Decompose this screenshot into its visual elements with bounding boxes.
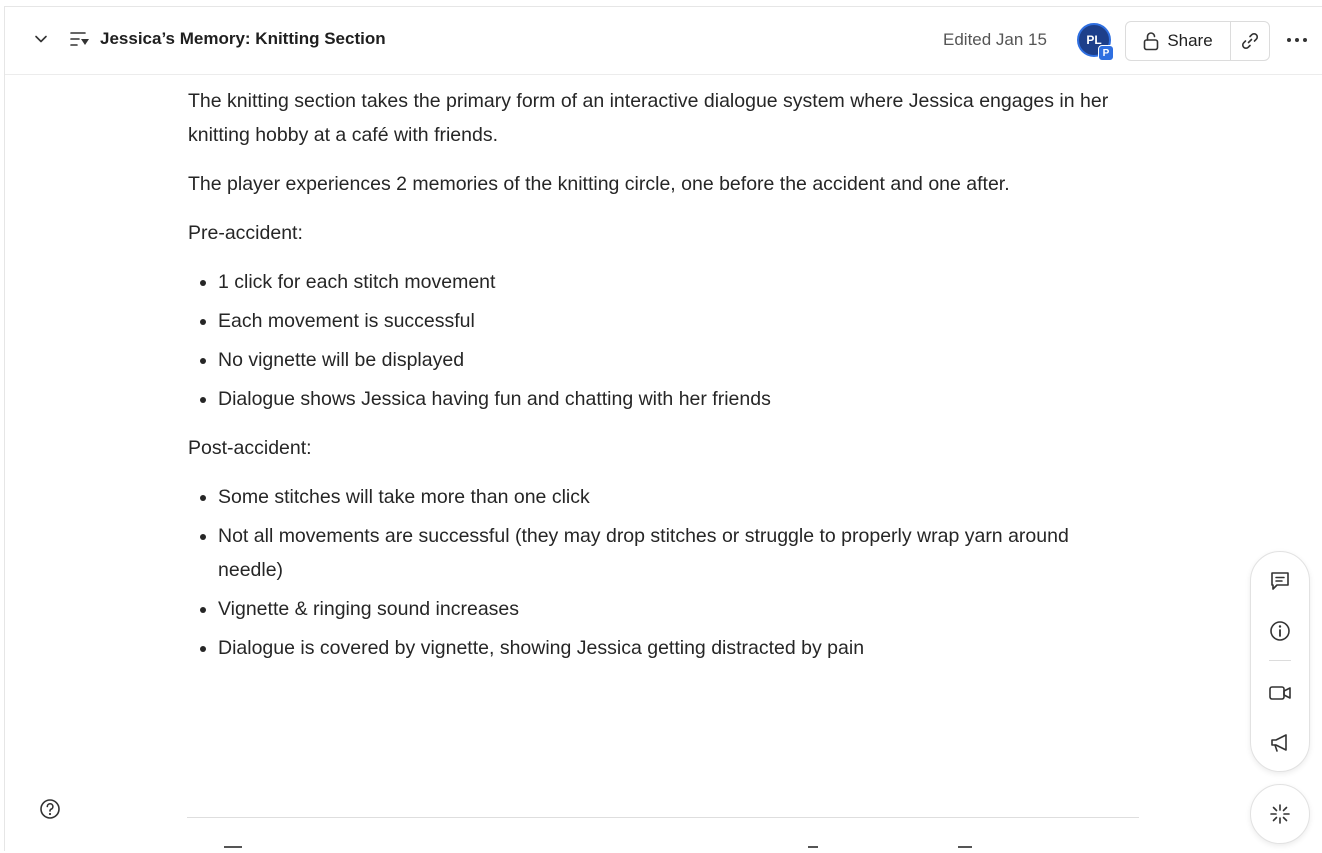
edited-timestamp: Edited Jan 15 (943, 30, 1047, 49)
partial-row-marker (808, 846, 818, 853)
post-accident-heading: Post-accident: (188, 437, 312, 459)
list-item: Dialogue is covered by vignette, showing… (218, 631, 1118, 665)
info-icon[interactable] (1268, 619, 1292, 643)
sparkle-icon[interactable] (1250, 784, 1310, 844)
share-label: Share (1167, 31, 1213, 50)
more-horizontal-icon[interactable] (1285, 29, 1309, 51)
partial-row-marker (958, 846, 972, 853)
section-divider (187, 817, 1139, 818)
list-item: Dialogue shows Jessica having fun and ch… (218, 382, 1148, 416)
pre-accident-list: 1 click for each stitch movement Each mo… (188, 265, 1148, 416)
list-item: Some stitches will take more than one cl… (218, 480, 1118, 514)
list-item: Each movement is successful (218, 304, 1148, 338)
partial-row-marker (224, 846, 242, 853)
summary-paragraph: The player experiences 2 memories of the… (188, 173, 1010, 195)
document-header: Jessica’s Memory: Knitting Section Edite… (5, 7, 1322, 75)
document-body: The knitting section takes the primary f… (188, 84, 1148, 680)
share-button[interactable]: Share (1126, 22, 1231, 60)
link-icon (1241, 32, 1259, 50)
post-accident-list: Some stitches will take more than one cl… (188, 480, 1118, 665)
comment-icon[interactable] (1268, 569, 1292, 593)
copy-link-button[interactable] (1231, 22, 1269, 60)
intro-paragraph: The knitting section takes the primary f… (188, 90, 1109, 146)
megaphone-icon[interactable] (1268, 731, 1292, 755)
rail-divider (1269, 660, 1291, 661)
video-icon[interactable] (1268, 681, 1292, 705)
avatar-badge: P (1098, 45, 1114, 61)
list-item: Not all movements are successful (they m… (218, 519, 1118, 587)
chevron-down-icon[interactable] (31, 29, 51, 49)
list-item: Vignette & ringing sound increases (218, 592, 1118, 626)
list-item: No vignette will be displayed (218, 343, 1148, 377)
list-item: 1 click for each stitch movement (218, 265, 1148, 299)
unlock-icon (1143, 31, 1159, 51)
document-title[interactable]: Jessica’s Memory: Knitting Section (100, 29, 386, 49)
pre-accident-heading: Pre-accident: (188, 222, 303, 244)
share-group: Share (1125, 21, 1270, 61)
help-icon[interactable] (38, 797, 62, 821)
doc-outline-icon (69, 29, 91, 49)
side-toolbar (1250, 551, 1310, 772)
